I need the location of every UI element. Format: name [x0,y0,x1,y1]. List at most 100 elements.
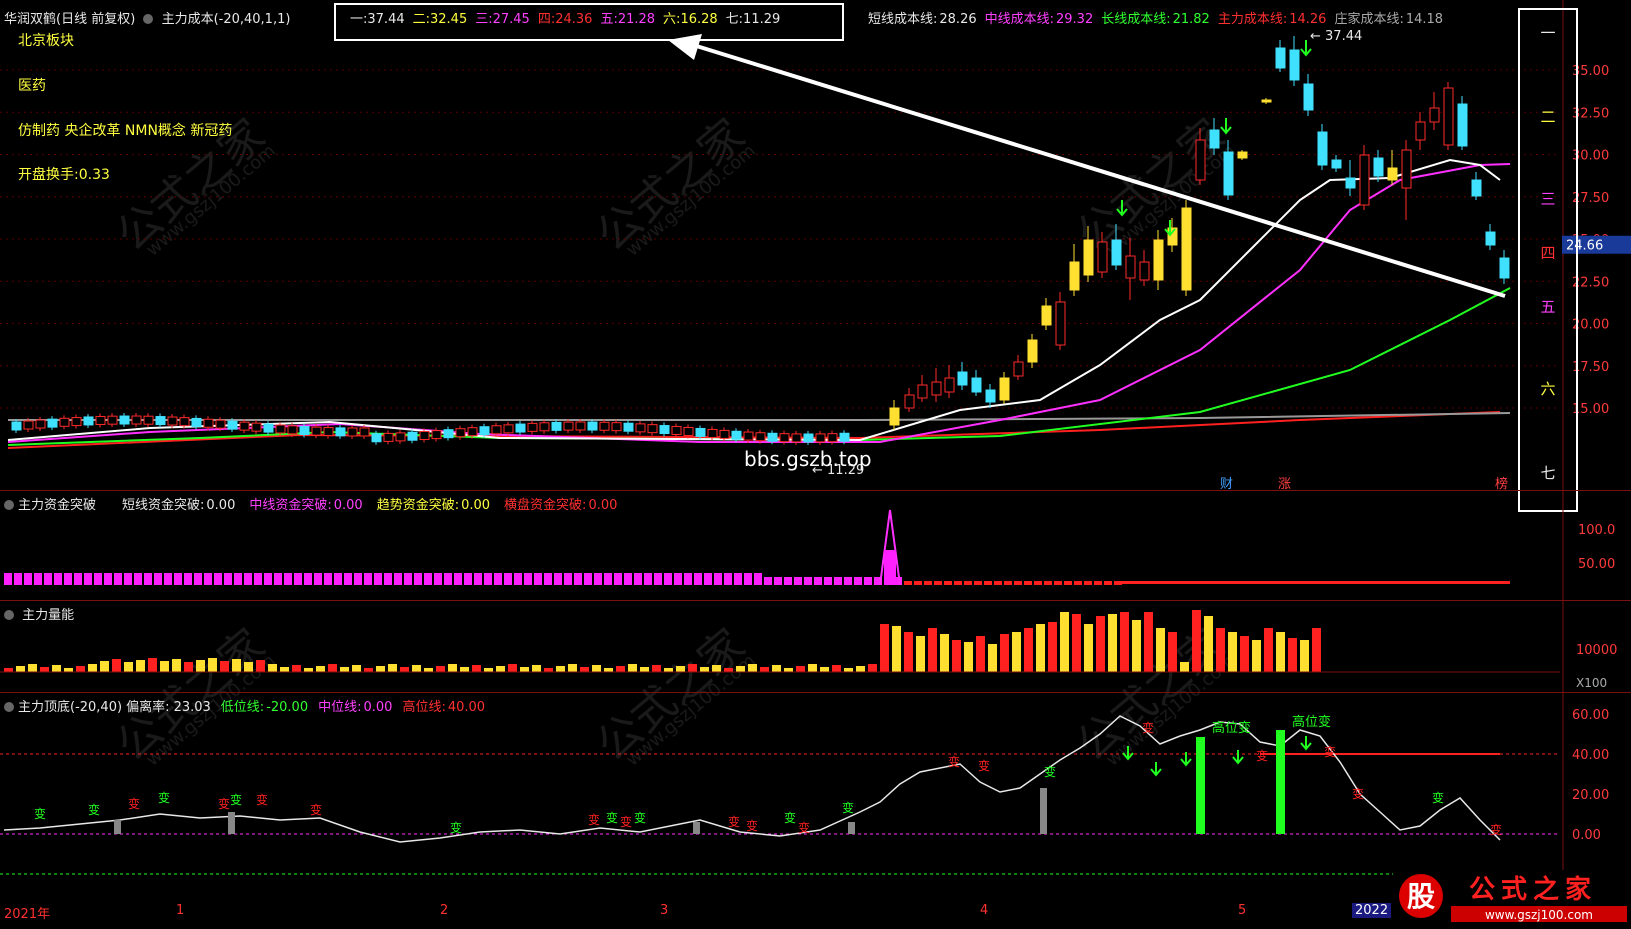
volume-bar [1084,624,1093,672]
volume-bar [1072,614,1081,672]
volume-bar [112,659,121,672]
candle-body [47,418,58,428]
breakout-bar [914,581,922,585]
volume-bar [1228,632,1237,672]
breakout-spike-bar [884,550,896,585]
volume-bar [640,667,649,672]
candle-body [1359,154,1370,206]
candle-body [839,432,850,442]
breakout-bar [1024,581,1032,585]
candle-body [467,427,478,437]
candle-body [743,431,754,441]
breakout-bar [704,573,712,585]
volume-bar [304,668,313,672]
candle-body [371,433,382,443]
volume-bar [700,667,709,672]
candle-body [299,426,310,436]
candle-body [1195,139,1206,181]
candle-body [107,415,118,425]
breakout-bar [854,577,862,585]
breakout-chart[interactable]: 100.0 50.00 [0,490,1631,600]
date-label: 1 [176,903,185,918]
breakout-bar [694,573,702,585]
change-marker: 变 [218,796,230,811]
breakout-bar [1054,581,1062,585]
zhuang-cost-line [8,412,1511,421]
volume-bar [772,665,781,672]
breakout-bar [64,573,72,585]
candle-body [1237,151,1248,159]
osc-gray-bar [228,812,235,834]
candle-body [407,431,418,441]
breakout-bar [1104,581,1112,585]
volume-bar [160,661,169,672]
volume-bar [808,664,817,672]
change-marker: 变 [310,802,322,817]
logo-graphic: 股 公式之家 www.gszj100.com [1393,870,1631,925]
breakout-bar [724,573,732,585]
breakout-bar [514,573,522,585]
volume-bar [184,662,193,672]
level-5: 五 [1540,298,1556,316]
breakout-bar [284,573,292,585]
volume-bar [1300,640,1309,672]
volume-bar [1312,628,1321,672]
breakout-bar [264,573,272,585]
breakout-bar [224,573,232,585]
oscillator-chart[interactable]: 60.0040.0020.000.00变变变变变变变变变变变变变变变变变变变变变… [0,692,1631,900]
change-marker: 变 [1490,822,1502,837]
candle-body [287,425,298,435]
breakout-bar [44,573,52,585]
candle-body [599,421,610,431]
date-label: 3 [660,903,669,918]
change-marker: 变 [978,758,990,773]
candle-body [985,389,996,403]
volume-bar [880,624,889,672]
volume-bar [208,658,217,672]
candle-body [1317,131,1328,166]
candle-body [1401,149,1412,189]
candle-body [931,381,942,396]
price-chart[interactable]: 35.0032.5030.0027.5025.0022.5020.0017.50… [0,0,1631,490]
candle-body [215,419,226,429]
breakout-baseline [1120,581,1510,584]
volume-bar [688,664,697,672]
volume-bar [664,668,673,672]
level-1: 一 [1540,24,1556,42]
volume-bar [1024,628,1033,672]
volume-bar [1192,610,1201,672]
signal-arrow-icon [1150,762,1162,777]
change-marker: 变 [842,800,854,815]
logo-url: www.gszj100.com [1485,908,1593,922]
volume-bar [292,665,301,672]
volume-bar [1132,620,1141,672]
volume-bar [52,665,61,672]
mid-cost-line [7,163,1511,443]
candle-body [179,417,190,427]
breakout-bar [134,573,142,585]
volume-bar [532,665,541,672]
candle-body [275,424,286,434]
candle-body [707,428,718,438]
volume-bar [856,666,865,672]
candle-body [503,424,514,434]
breakout-bar [744,573,752,585]
candle-body [323,427,334,437]
candle-body [683,426,694,436]
volume-bar [832,665,841,672]
candle-body [479,426,490,436]
candle-body [143,415,154,425]
breakout-bar [314,573,322,585]
breakout-bar [354,573,362,585]
breakout-bar [1074,581,1082,585]
event-badge: 财 [1220,477,1233,490]
breakout-bar [14,573,22,585]
site-watermark: bbs.gszb.top [744,447,872,471]
candle-body [71,417,82,427]
candle-body [1013,361,1024,377]
candle-body [1209,129,1220,149]
breakout-bar [644,573,652,585]
volume-chart[interactable]: 10000 X100 [0,600,1631,692]
candle-body [167,416,178,426]
breakout-bar [144,573,152,585]
